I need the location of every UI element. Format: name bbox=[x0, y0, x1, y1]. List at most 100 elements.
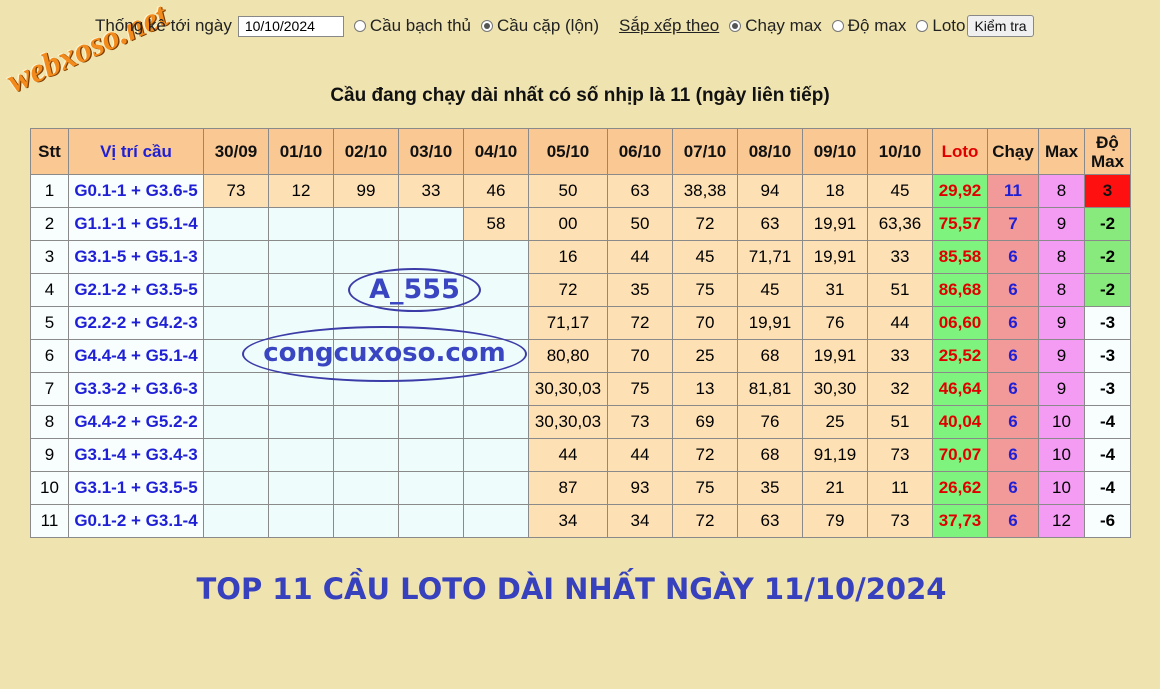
row-date-value: 44 bbox=[867, 306, 933, 340]
row-date-value: 51 bbox=[867, 405, 933, 439]
row-max: 9 bbox=[1038, 207, 1085, 241]
row-loto: 06,60 bbox=[932, 306, 988, 340]
result-heading: Cầu đang chạy dài nhất có số nhịp là 11 … bbox=[330, 85, 830, 106]
row-date-value: 19,91 bbox=[802, 339, 868, 373]
row-date-value bbox=[333, 438, 399, 472]
sort-by-link[interactable]: Sắp xếp theo bbox=[619, 16, 719, 36]
row-date-value: 13 bbox=[672, 372, 738, 406]
row-date-value: 73 bbox=[867, 438, 933, 472]
row-do-max: -4 bbox=[1084, 405, 1131, 439]
author-watermark: A_555 bbox=[348, 268, 481, 312]
row-date-value: 79 bbox=[802, 504, 868, 538]
row-date-value: 44 bbox=[528, 438, 608, 472]
row-date-value bbox=[203, 207, 269, 241]
date-input[interactable] bbox=[237, 15, 344, 37]
mode-option-cap-lon[interactable]: Cầu cặp (lộn) bbox=[480, 16, 600, 36]
row-position: G4.4-2 + G5.2-2 bbox=[68, 405, 204, 439]
mode-radio-bach-thu[interactable] bbox=[353, 20, 366, 32]
row-date-value: 35 bbox=[737, 471, 803, 505]
col-header-date: 05/10 bbox=[528, 128, 608, 175]
row-date-value: 70 bbox=[672, 306, 738, 340]
row-do-max: -2 bbox=[1084, 273, 1131, 307]
row-date-value: 72 bbox=[672, 438, 738, 472]
row-do-max: -3 bbox=[1084, 372, 1131, 406]
col-header-date: 02/10 bbox=[333, 128, 399, 175]
sort-option-do-max[interactable]: Độ max bbox=[831, 16, 907, 36]
row-date-value: 19,91 bbox=[737, 306, 803, 340]
row-date-value: 72 bbox=[528, 273, 608, 307]
row-date-value: 32 bbox=[867, 372, 933, 406]
row-date-value: 12 bbox=[268, 174, 334, 208]
sort-option-label: Độ max bbox=[847, 16, 907, 35]
row-date-value: 19,91 bbox=[802, 207, 868, 241]
row-date-value: 93 bbox=[607, 471, 673, 505]
row-chay: 7 bbox=[987, 207, 1039, 241]
row-date-value: 30,30,03 bbox=[528, 405, 608, 439]
row-date-value: 11 bbox=[867, 471, 933, 505]
col-header-date: 04/10 bbox=[463, 128, 529, 175]
row-loto: 40,04 bbox=[932, 405, 988, 439]
footer-title: TOP 11 CẦU LOTO DÀI NHẤT NGÀY 11/10/2024 bbox=[196, 572, 947, 606]
row-stt: 6 bbox=[30, 339, 69, 373]
table-row: 6 G4.4-4 + G5.1-4 80,80 70 25 68 19,91 33 25,52 6… bbox=[30, 339, 1131, 373]
row-stt: 2 bbox=[30, 207, 69, 241]
row-max: 10 bbox=[1038, 438, 1085, 472]
mode-option-label: Cầu cặp (lộn) bbox=[496, 16, 600, 35]
row-date-value: 75 bbox=[672, 273, 738, 307]
row-date-value bbox=[268, 207, 334, 241]
row-date-value bbox=[333, 504, 399, 538]
mode-radio-cap-lon[interactable] bbox=[480, 20, 493, 32]
row-date-value bbox=[268, 273, 334, 307]
row-date-value: 45 bbox=[672, 240, 738, 274]
row-date-value bbox=[398, 207, 464, 241]
check-button[interactable]: Kiểm tra bbox=[967, 15, 1034, 37]
table-row: 3 G3.1-5 + G5.1-3 16 44 45 71,71 19,91 33 85,58 6… bbox=[30, 240, 1131, 274]
sort-option-chay-max[interactable]: Chạy max bbox=[729, 16, 822, 36]
row-do-max: -4 bbox=[1084, 471, 1131, 505]
row-stt: 7 bbox=[30, 372, 69, 406]
row-chay: 6 bbox=[987, 273, 1039, 307]
col-header-chay: Chạy bbox=[987, 128, 1039, 175]
row-date-value: 19,91 bbox=[802, 240, 868, 274]
row-date-value bbox=[203, 438, 269, 472]
row-position: G4.4-4 + G5.1-4 bbox=[68, 339, 204, 373]
row-date-value: 80,80 bbox=[528, 339, 608, 373]
row-do-max: -2 bbox=[1084, 207, 1131, 241]
sort-radio-do-max[interactable] bbox=[831, 20, 844, 32]
row-date-value: 72 bbox=[672, 504, 738, 538]
row-date-value: 45 bbox=[867, 174, 933, 208]
row-date-value: 34 bbox=[528, 504, 608, 538]
sort-option-loto[interactable]: Loto bbox=[916, 16, 965, 36]
sort-radio-loto[interactable] bbox=[916, 20, 929, 32]
row-date-value bbox=[203, 306, 269, 340]
row-date-value: 33 bbox=[867, 339, 933, 373]
row-date-value bbox=[203, 240, 269, 274]
sort-radio-chay-max[interactable] bbox=[729, 20, 742, 32]
row-max: 12 bbox=[1038, 504, 1085, 538]
row-date-value bbox=[203, 471, 269, 505]
col-header-date: 09/10 bbox=[802, 128, 868, 175]
site-watermark: congcuxoso.com bbox=[242, 326, 527, 382]
row-date-value bbox=[203, 273, 269, 307]
row-date-value: 58 bbox=[463, 207, 529, 241]
col-header-date: 07/10 bbox=[672, 128, 738, 175]
row-position: G0.1-2 + G3.1-4 bbox=[68, 504, 204, 538]
row-loto: 86,68 bbox=[932, 273, 988, 307]
col-header-stt: Stt bbox=[30, 128, 69, 175]
table-row: 8 G4.4-2 + G5.2-2 30,30,03 73 69 76 25 51 40,04 6… bbox=[30, 405, 1131, 439]
row-max: 9 bbox=[1038, 306, 1085, 340]
sort-option-label: Chạy max bbox=[745, 16, 822, 35]
row-date-value: 72 bbox=[672, 207, 738, 241]
sort-option-label: Loto bbox=[932, 16, 966, 35]
row-date-value: 73 bbox=[607, 405, 673, 439]
row-stt: 1 bbox=[30, 174, 69, 208]
row-date-value: 00 bbox=[528, 207, 608, 241]
mode-option-bach-thu[interactable]: Cầu bạch thủ bbox=[353, 16, 471, 36]
row-date-value bbox=[398, 504, 464, 538]
row-date-value: 76 bbox=[802, 306, 868, 340]
col-header-max: Max bbox=[1038, 128, 1085, 175]
row-date-value: 63 bbox=[737, 504, 803, 538]
row-date-value: 94 bbox=[737, 174, 803, 208]
row-date-value: 72 bbox=[607, 306, 673, 340]
row-date-value: 16 bbox=[528, 240, 608, 274]
